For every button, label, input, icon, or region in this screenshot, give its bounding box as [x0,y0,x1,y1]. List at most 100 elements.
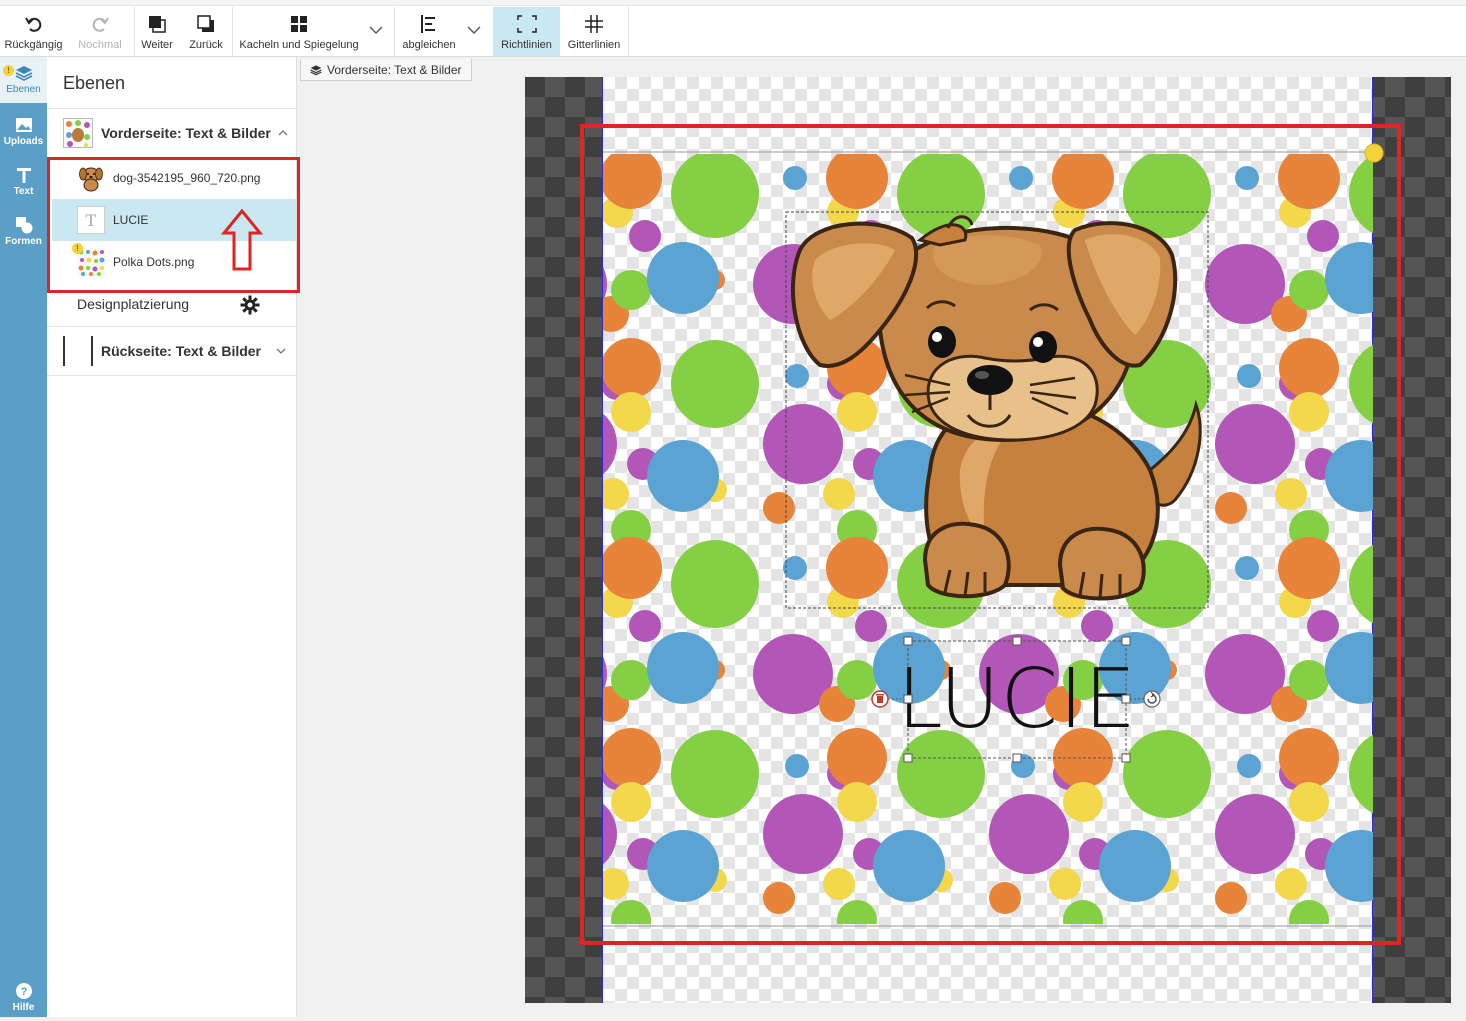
redo-button[interactable]: Nochmal [67,7,133,56]
polka-dot [603,728,661,788]
resize-handle[interactable] [903,753,913,763]
divider [47,375,296,376]
rail-item-layers[interactable]: Ebenen ! [0,57,47,103]
polka-dot [1049,868,1081,900]
polka-dot [1289,660,1329,700]
polka-dot [763,794,843,874]
polka-dot [873,830,945,902]
polka-dot [783,166,807,190]
help-icon: ? [15,980,33,1002]
align-icon [420,14,438,34]
polka-dot [611,392,651,432]
polka-dot [1279,338,1339,398]
polka-dot [855,610,887,642]
polka-dot [1325,440,1373,512]
polka-dot [603,478,629,510]
guides-button[interactable]: Richtlinien [493,7,560,56]
polka-dot [1325,242,1373,314]
resize-handle[interactable] [1012,753,1022,763]
polka-dot [1009,166,1033,190]
toolbar-separator [628,7,629,56]
polka-dot [1349,154,1373,234]
polka-dot [1099,830,1171,902]
redo-icon [90,14,110,34]
polka-dot [629,220,661,252]
polka-dot [1279,728,1339,788]
polka-dot [1278,537,1340,599]
chevron-up-icon[interactable] [277,127,289,139]
resize-handle[interactable] [903,636,913,646]
polka-dot [1349,734,1373,814]
polka-dot [763,882,795,914]
chevron-down-icon[interactable] [466,22,482,38]
left-rail: Ebenen ! Uploads Text Formen ? Hilfe [0,57,47,1017]
polka-dot [1325,830,1373,902]
delete-icon[interactable] [871,690,889,708]
polka-dot [1307,610,1339,642]
back-group-thumbnail-bar [91,336,93,366]
warning-icon: ! [3,65,14,76]
text-layer-lucie[interactable]: LUCIE [871,636,1161,763]
svg-text:?: ? [20,986,27,998]
chevron-down-icon[interactable] [275,345,287,357]
rail-item-help[interactable]: ? Hilfe [0,975,47,1021]
polka-dot [611,782,651,822]
polka-dot [989,882,1021,914]
rail-item-shapes[interactable]: Formen [0,209,47,255]
polka-dot [837,392,877,432]
resize-handle[interactable] [1121,694,1131,704]
polka-dot [647,632,719,704]
layer-group-back[interactable]: Rückseite: Text & Bilder [47,329,296,373]
undo-button[interactable]: Rückgängig [0,7,67,56]
polka-dot [629,610,661,642]
redo-label: Nochmal [78,39,122,51]
chevron-down-icon[interactable] [368,22,384,38]
forward-button[interactable]: Weiter [135,7,179,56]
polka-dot [1275,478,1307,510]
panel-title: Ebenen [63,73,126,93]
shapes-icon [15,214,33,236]
grid-button[interactable]: Gitterlinien [562,7,626,56]
rail-item-uploads[interactable]: Uploads [0,109,47,155]
gear-icon[interactable] [240,295,260,315]
resize-handle[interactable] [1012,636,1022,646]
polka-dot [1063,782,1103,822]
rail-label-layers: Ebenen [6,84,41,95]
polka-dot [989,794,1069,874]
resize-handle[interactable] [1121,753,1131,763]
back-group-thumbnail-bar [63,336,65,366]
polka-dot [671,154,759,238]
resize-handle[interactable] [1121,636,1131,646]
backward-label: Zurück [189,39,223,51]
polka-dot [1349,344,1373,424]
canvas-tab[interactable]: Vorderseite: Text & Bilder [300,59,472,81]
backward-button[interactable]: Zurück [182,7,230,56]
polka-dot [1215,882,1247,914]
polka-dot [647,242,719,314]
layers-icon [15,62,33,84]
polka-dot [603,154,662,209]
resize-handle[interactable] [903,694,913,704]
back-group-label: Rückseite: Text & Bilder [101,343,262,359]
layer-group-front[interactable]: Vorderseite: Text & Bilder [47,111,296,155]
design-placement-label: Designplatzierung [77,296,190,312]
text-icon [15,164,33,186]
uploads-icon [15,114,33,136]
align-label: abgleichen [402,39,456,51]
front-group-label: Vorderseite: Text & Bilder [101,125,271,141]
forward-label: Weiter [141,39,173,51]
align-button[interactable]: abgleichen [396,7,462,56]
polka-dot [823,868,855,900]
rotate-icon[interactable] [1143,690,1161,708]
layers-icon [310,64,322,75]
rail-label-uploads: Uploads [3,136,44,147]
layers-panel: Ebenen Vorderseite: Text & Bilder dog-35… [47,57,300,1017]
polka-dot [1081,610,1113,642]
polka-dot [827,728,887,788]
rail-item-text[interactable]: Text [0,159,47,205]
lucie-text[interactable]: LUCIE [897,652,1137,747]
tiles-button[interactable]: Kacheln und Spiegelung [233,7,365,56]
divider [47,108,296,109]
polka-dot [611,900,651,924]
polka-dot [611,270,651,310]
